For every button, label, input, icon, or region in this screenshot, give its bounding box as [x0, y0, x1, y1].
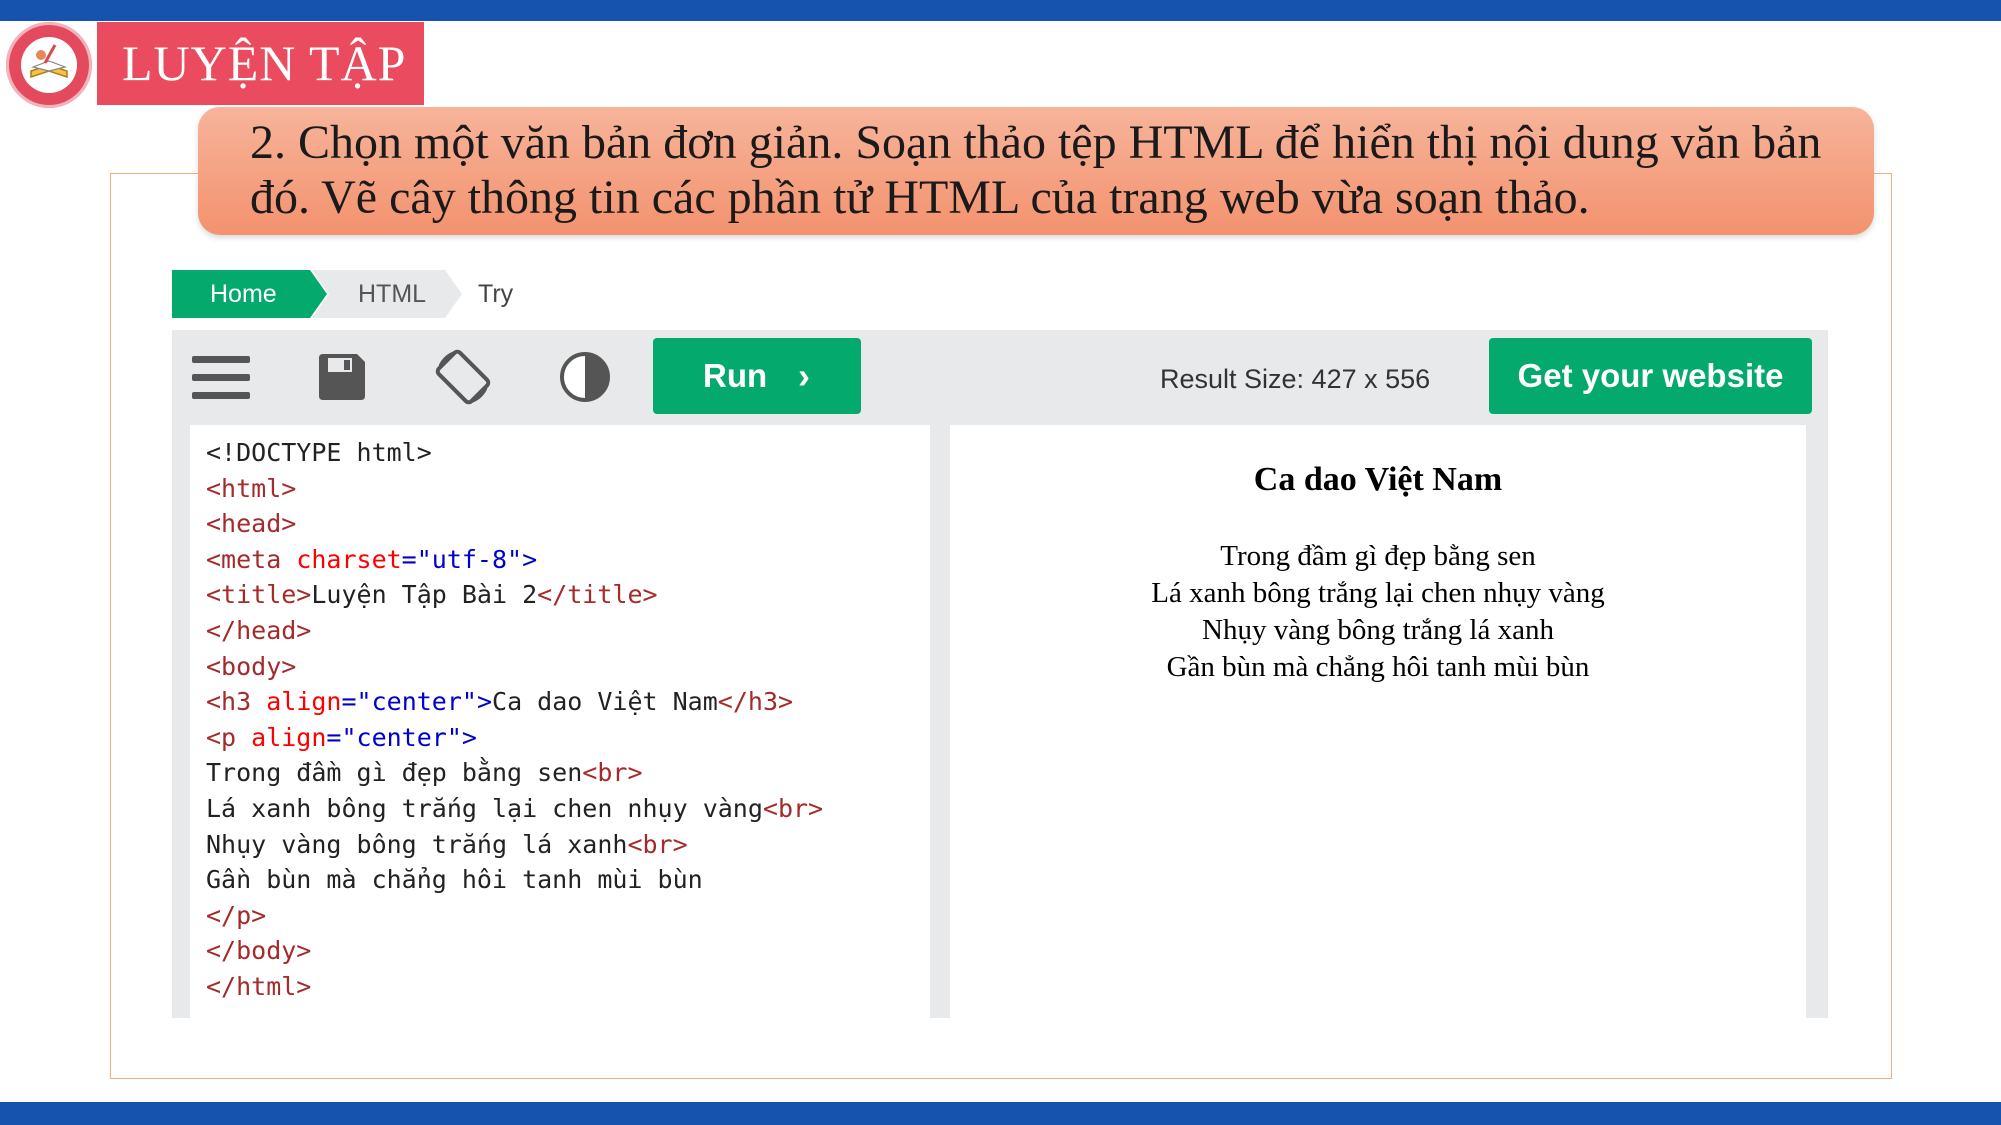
code-line: </html>: [206, 969, 930, 1005]
code-token: <title>: [206, 580, 312, 610]
code-token: ="utf-8": [401, 544, 523, 574]
code-line: <head>: [206, 506, 930, 542]
code-token: align: [251, 722, 327, 752]
code-token: </h3>: [717, 687, 794, 717]
bottom-bar: [0, 1102, 2001, 1125]
breadcrumb-current: Try HTML: [478, 280, 546, 356]
code-line: <meta charset="utf-8">: [206, 542, 930, 578]
code-line: Lá xanh bông trắng lại chen nhụy vàng<br…: [206, 791, 930, 827]
result-panel: Ca dao Việt Nam Trong đầm gì đẹp bằng se…: [950, 425, 1806, 1018]
menu-icon[interactable]: [192, 350, 250, 411]
code-line: Trong đầm gì đẹp bằng sen<br>: [206, 755, 930, 791]
code-line: <h3 align="center">Ca dao Việt Nam</h3>: [206, 684, 930, 720]
rotate-icon[interactable]: [432, 346, 494, 413]
code-token: Ca dao Việt Nam: [492, 687, 718, 717]
code-token: ="center": [326, 722, 462, 752]
code-token: >: [476, 687, 493, 717]
code-token: </title>: [537, 580, 658, 610]
save-icon[interactable]: [317, 352, 367, 407]
code-token: <br>: [762, 793, 824, 823]
top-bar: [0, 0, 2001, 21]
result-heading: Ca dao Việt Nam: [1253, 461, 1503, 498]
code-token: >: [522, 544, 538, 574]
get-your-website-button[interactable]: Get your website: [1489, 338, 1812, 414]
code-line: <html>: [206, 471, 930, 507]
code-token: ="center": [341, 687, 477, 717]
result-paragraph: Trong đầm gì đẹp bằng sen Lá xanh bông t…: [950, 538, 1806, 686]
task-text: 2. Chọn một văn bản đơn giản. Soạn thảo …: [198, 107, 1874, 235]
code-token: align: [266, 687, 342, 717]
code-token: Nhụy vàng bông trắng lá xanh: [206, 829, 628, 859]
breadcrumb-html[interactable]: HTML: [312, 270, 462, 318]
contrast-icon[interactable]: [558, 350, 612, 409]
code-token: </body>: [206, 936, 312, 966]
code-token: <meta: [206, 544, 297, 574]
code-line: <title>Luyện Tập Bài 2</title>: [206, 577, 930, 613]
code-token: Luyện Tập Bài 2: [311, 580, 538, 610]
result-line: Lá xanh bông trắng lại chen nhụy vàng: [1151, 577, 1605, 609]
code-line: Nhụy vàng bông trắng lá xanh<br>: [206, 827, 930, 863]
code-line: <body>: [206, 649, 930, 685]
result-line: Nhụy vàng bông trắng lá xanh: [1202, 614, 1554, 646]
chevron-right-icon: ›: [798, 355, 810, 396]
book-icon: [21, 37, 77, 93]
try-editor: Run › Result Size: 427 x 556 Get your we…: [172, 330, 1828, 1018]
code-token: <h3: [206, 687, 267, 717]
code-token: </p>: [206, 900, 267, 930]
code-token: Trong đầm gì đẹp bằng sen: [206, 758, 583, 788]
code-token: Lá xanh bông trắng lại chen nhụy vàng: [206, 793, 763, 823]
code-line: Gần bùn mà chẳng hôi tanh mùi bùn: [206, 862, 930, 898]
code-line: </p>: [206, 898, 930, 934]
code-token: >: [461, 722, 477, 752]
code-token: <br>: [582, 758, 643, 788]
code-token: <body>: [206, 651, 297, 681]
code-line: <!DOCTYPE html>: [206, 435, 930, 471]
code-line: </body>: [206, 933, 930, 969]
code-token: <head>: [206, 509, 297, 539]
code-editor[interactable]: <!DOCTYPE html> <html> <head> <meta charset…: [190, 425, 930, 1018]
run-button[interactable]: Run ›: [653, 338, 861, 414]
code-token: </head>: [206, 615, 312, 645]
code-token: <p: [206, 722, 252, 752]
result-line: Gần bùn mà chẳng hôi tanh mùi bùn: [1166, 651, 1590, 683]
code-token: charset: [296, 544, 402, 574]
section-tag: LUYỆN TẬP: [97, 22, 424, 105]
code-token: <!DOCTYPE html>: [206, 438, 432, 467]
code-line: <p align="center">: [206, 720, 930, 756]
run-label: Run: [703, 357, 768, 394]
result-size: Result Size: 427 x 556: [1160, 364, 1431, 394]
code-token: <html>: [206, 473, 297, 503]
code-line: </head>: [206, 613, 930, 649]
breadcrumb-home[interactable]: Home: [172, 270, 327, 318]
code-token: Gần bùn mà chẳng hôi tanh mùi bùn: [206, 865, 703, 895]
code-token: <br>: [627, 829, 688, 859]
logo: [6, 22, 92, 108]
result-line: Trong đầm gì đẹp bằng sen: [1220, 540, 1536, 572]
code-token: </html>: [206, 971, 312, 1001]
